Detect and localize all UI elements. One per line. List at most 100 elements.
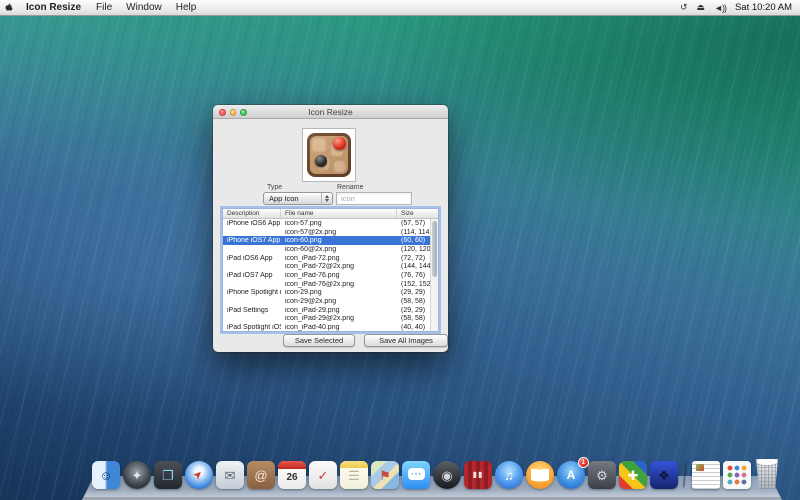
table-row[interactable]: icon_iPad-72@2x.png(144, 144) bbox=[223, 262, 438, 271]
table-row[interactable]: icon_iPad-29@2x.png(58, 58) bbox=[223, 315, 438, 324]
red-checker bbox=[333, 137, 346, 150]
table-row[interactable]: icon-60@2x.png(120, 120) bbox=[223, 245, 438, 254]
dock: ☺ ✦ ❐ ➤ ✉ @26 ✓ ☰ ⚑ ⋯ ◉ ▮▮ ♫ A1 ⚙ ✚❖ bbox=[92, 459, 780, 489]
column-header-size[interactable]: Size bbox=[397, 209, 438, 218]
table-cell: iPhone iOS7 App bbox=[223, 237, 281, 244]
itunes-icon[interactable]: ♫ bbox=[495, 461, 523, 489]
contacts-glyph: @ bbox=[254, 469, 267, 482]
launchpad-icon[interactable]: ✦ bbox=[123, 461, 151, 489]
type-popup-button[interactable]: App Icon bbox=[263, 192, 333, 205]
gears-app-icon[interactable]: ⚙ bbox=[588, 461, 616, 489]
eject-icon[interactable]: ⏏ bbox=[692, 2, 710, 13]
textedit-document-icon[interactable] bbox=[692, 461, 720, 489]
table-cell: iPhone Spotlight i… bbox=[223, 289, 281, 296]
table-cell: icon-29@2x.png bbox=[281, 298, 397, 305]
menu-clock[interactable]: Sat 10:20 AM bbox=[731, 2, 800, 13]
app-menus: Icon ResizeFileWindowHelp bbox=[18, 0, 203, 15]
menu-window[interactable]: Window bbox=[119, 0, 169, 15]
volume-icon[interactable]: ◄)) bbox=[709, 3, 731, 13]
window-title: Icon Resize bbox=[213, 107, 448, 117]
rename-label: Rename bbox=[337, 184, 363, 191]
menu-icon-resize[interactable]: Icon Resize bbox=[18, 0, 89, 15]
rename-input[interactable]: icon bbox=[336, 192, 412, 205]
menu-bar: Icon ResizeFileWindowHelp ↺⏏◄)) Sat 10:2… bbox=[0, 0, 800, 16]
table-row[interactable]: iPhone iOS6 Appicon-57.png(57, 57) bbox=[223, 219, 438, 228]
icon-preview-well bbox=[302, 128, 356, 182]
table-row[interactable]: iPad iOS7 Appicon_iPad-76.png(76, 76) bbox=[223, 271, 438, 280]
reminders-icon[interactable]: ✓ bbox=[309, 461, 337, 489]
table-cell: icon_iPad-29.png bbox=[281, 307, 397, 314]
menu-help[interactable]: Help bbox=[169, 0, 204, 15]
zoom-button[interactable] bbox=[240, 109, 247, 116]
finder-icon[interactable]: ☺ bbox=[92, 461, 120, 489]
ibooks-icon[interactable] bbox=[526, 461, 554, 489]
mail-icon[interactable]: ✉ bbox=[216, 461, 244, 489]
game-sticks-app-icon[interactable]: ✚ bbox=[619, 461, 647, 489]
notes-icon[interactable]: ☰ bbox=[340, 461, 368, 489]
mission-control-icon[interactable]: ❐ bbox=[154, 461, 182, 489]
itunes-glyph: ♫ bbox=[504, 469, 514, 482]
table-row[interactable]: iPhone iOS7 Appicon-60.png(60, 60) bbox=[223, 236, 438, 245]
photo-booth-icon[interactable]: ▮▮ bbox=[464, 461, 492, 489]
app-store-glyph: A bbox=[567, 469, 576, 481]
type-popup-value: App Icon bbox=[269, 194, 299, 203]
menu-status-icons: ↺⏏◄)) bbox=[675, 2, 731, 13]
time-machine-icon[interactable]: ↺ bbox=[675, 2, 692, 13]
reminders-glyph: ✓ bbox=[318, 469, 329, 482]
table-cell: icon_iPad-72.png bbox=[281, 255, 397, 262]
blueprint-app-icon[interactable]: ❖ bbox=[650, 461, 678, 489]
apple-menu-icon[interactable] bbox=[0, 0, 18, 15]
downloads-stack-icon[interactable] bbox=[723, 461, 751, 489]
table-row[interactable]: iPad Settingsicon_iPad-29.png(29, 29) bbox=[223, 306, 438, 315]
table-cell: icon-57.png bbox=[281, 220, 397, 227]
table-scrollbar-thumb[interactable] bbox=[432, 221, 437, 277]
icon-table: Description File name Size iPhone iOS6 A… bbox=[222, 208, 439, 332]
table-cell: icon_iPad-76@2x.png bbox=[281, 281, 397, 288]
app-store-badge: 1 bbox=[578, 457, 589, 468]
table-row[interactable]: icon_iPad-76@2x.png(152, 152) bbox=[223, 280, 438, 289]
window-titlebar[interactable]: Icon Resize bbox=[213, 105, 448, 119]
column-header-filename[interactable]: File name bbox=[281, 209, 397, 218]
table-row[interactable]: icon-57@2x.png(114, 114) bbox=[223, 228, 438, 237]
rename-placeholder: icon bbox=[341, 194, 355, 203]
app-store-icon[interactable]: A1 bbox=[557, 461, 585, 489]
trash-icon[interactable] bbox=[754, 459, 780, 489]
table-row[interactable]: iPad iOS6 Appicon_iPad-72.png(72, 72) bbox=[223, 254, 438, 263]
table-cell: iPad Settings bbox=[223, 307, 281, 314]
table-row[interactable]: icon-29@2x.png(58, 58) bbox=[223, 297, 438, 306]
safari-icon[interactable]: ➤ bbox=[185, 461, 213, 489]
table-cell: icon-29.png bbox=[281, 289, 397, 296]
popup-stepper-icon bbox=[321, 193, 332, 204]
table-body: iPhone iOS6 Appicon-57.png(57, 57)icon-5… bbox=[223, 219, 438, 332]
gears-app-glyph: ⚙ bbox=[596, 469, 608, 482]
table-cell: icon_iPad-72@2x.png bbox=[281, 263, 397, 270]
type-label: Type bbox=[267, 184, 282, 191]
table-scrollbar[interactable] bbox=[430, 219, 438, 331]
table-cell: icon_iPad-29@2x.png bbox=[281, 315, 397, 322]
column-header-description[interactable]: Description bbox=[223, 209, 281, 218]
table-cell: icon_iPad-76.png bbox=[281, 272, 397, 279]
calendar-glyph: 26 bbox=[286, 473, 297, 483]
table-cell: icon-60.png bbox=[281, 237, 397, 244]
close-button[interactable] bbox=[219, 109, 226, 116]
save-all-images-button[interactable]: Save All Images bbox=[364, 334, 448, 347]
table-row[interactable]: iPad Spotlight iOS 7icon_iPad-40.png(40,… bbox=[223, 323, 438, 332]
save-selected-button[interactable]: Save Selected bbox=[283, 334, 355, 347]
mission-control-glyph: ❐ bbox=[162, 469, 174, 482]
minimize-button[interactable] bbox=[230, 109, 237, 116]
black-checker bbox=[315, 155, 327, 167]
photo-booth-glyph: ▮▮ bbox=[473, 471, 484, 479]
maps-glyph: ⚑ bbox=[379, 469, 391, 482]
contacts-icon[interactable]: @ bbox=[247, 461, 275, 489]
messages-icon[interactable]: ⋯ bbox=[402, 461, 430, 489]
icon-resize-window: Icon Resize Type Rename App Icon icon De… bbox=[213, 105, 448, 352]
facetime-icon[interactable]: ◉ bbox=[433, 461, 461, 489]
menu-file[interactable]: File bbox=[89, 0, 119, 15]
facetime-glyph: ◉ bbox=[441, 469, 452, 482]
calendar-icon[interactable]: 26 bbox=[278, 461, 306, 489]
table-cell: icon-60@2x.png bbox=[281, 246, 397, 253]
maps-icon[interactable]: ⚑ bbox=[371, 461, 399, 489]
finder-glyph: ☺ bbox=[99, 469, 112, 482]
mail-glyph: ✉ bbox=[225, 469, 236, 482]
table-row[interactable]: iPhone Spotlight i…icon-29.png(29, 29) bbox=[223, 289, 438, 298]
